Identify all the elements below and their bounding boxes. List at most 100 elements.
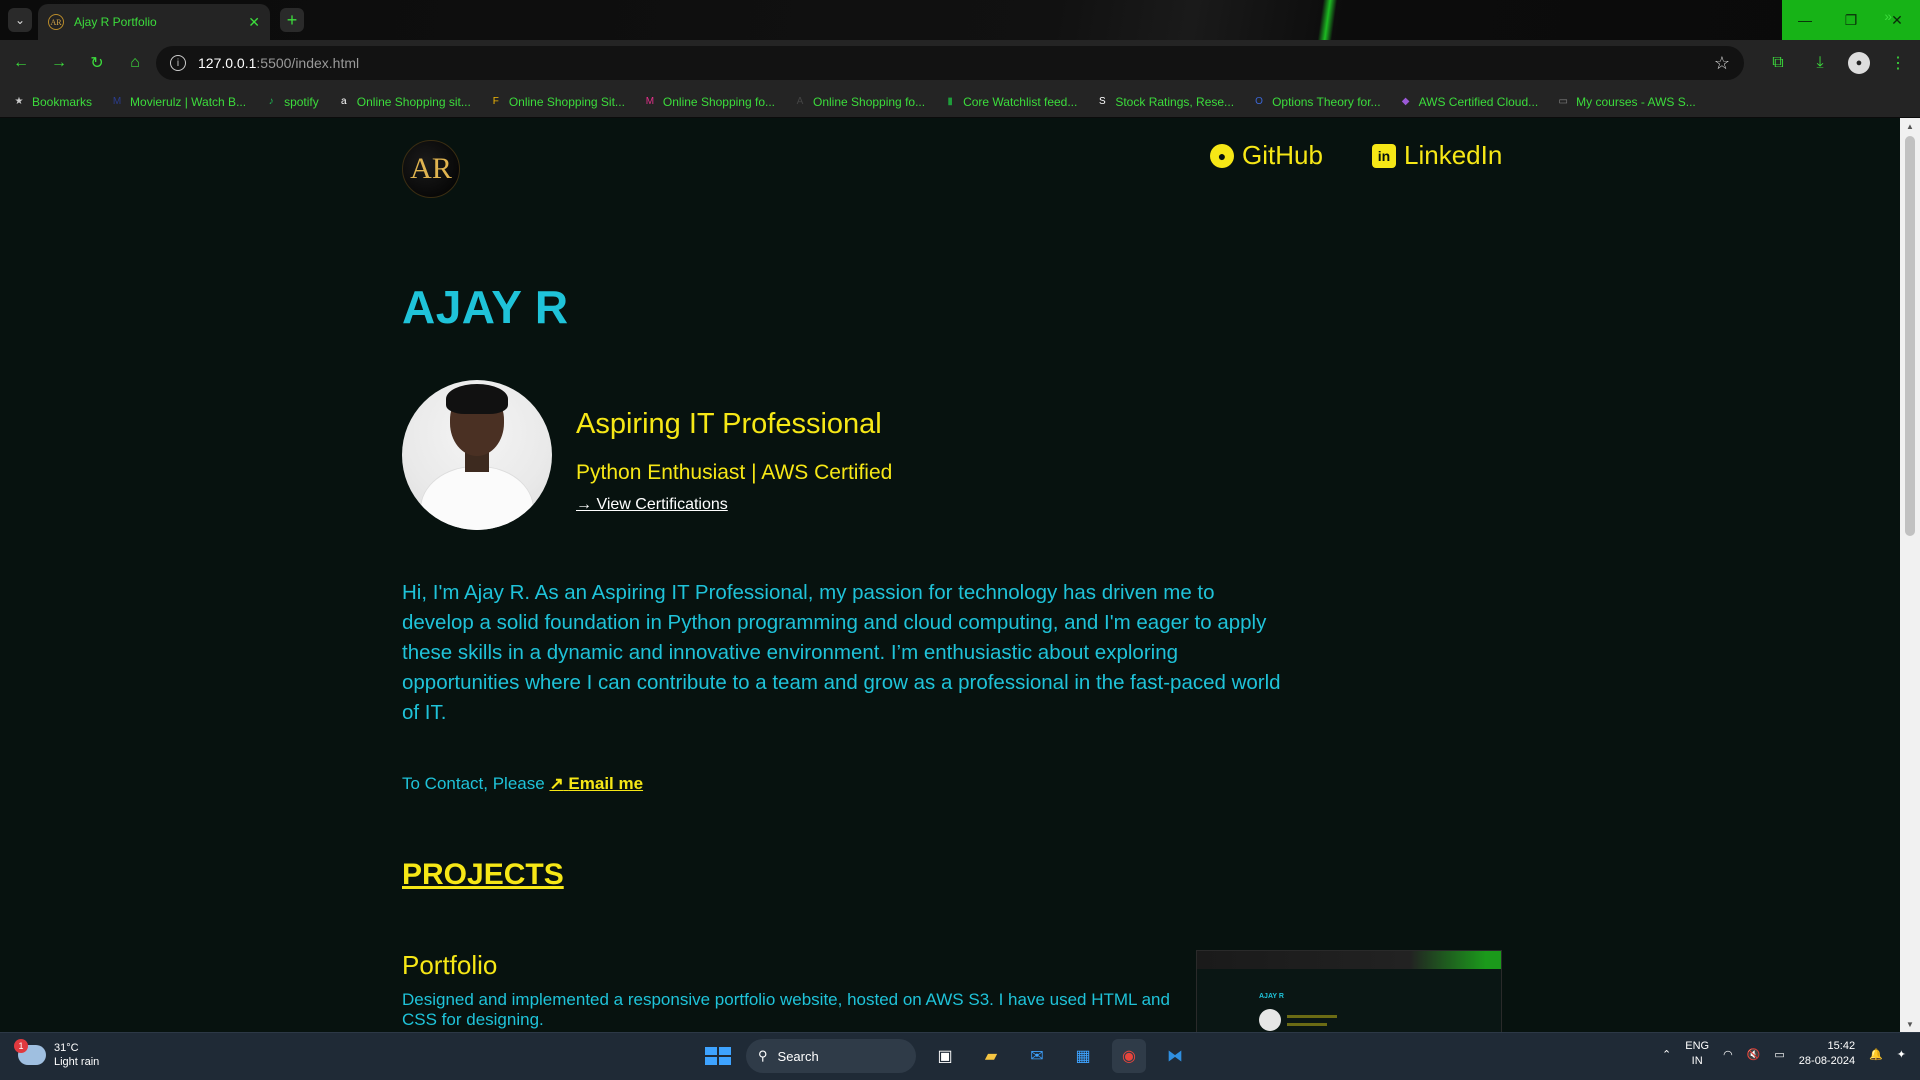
downloads-icon[interactable]: ⤓	[1806, 46, 1834, 80]
bookmarks-bar: ★ Bookmarks M Movierulz | Watch B... ♪ spotif…	[0, 86, 1920, 118]
browser-menu-icon[interactable]: ⋮	[1884, 46, 1912, 80]
bookmark-favicon-icon: ▮	[947, 96, 953, 107]
tab-search-menu-icon[interactable]: ⌄	[8, 8, 32, 32]
site-logo[interactable]: AR	[402, 140, 460, 198]
store-icon[interactable]: ▦	[1066, 1039, 1100, 1073]
page-scrollbar[interactable]: ▲ ▼	[1900, 118, 1920, 1032]
bookmark-label: AWS Certified Cloud...	[1418, 94, 1539, 109]
bookmark-label: Movierulz | Watch B...	[130, 94, 247, 109]
email-me-link[interactable]: ↗ Email me	[549, 774, 643, 793]
project-description: Designed and implemented a responsive po…	[402, 990, 1170, 1029]
linkedin-label: LinkedIn	[1404, 140, 1503, 170]
bookmark-favicon-icon: M	[645, 96, 655, 107]
projects-heading: PROJECTS	[402, 858, 564, 891]
bookmark-label: Stock Ratings, Rese...	[1115, 94, 1235, 109]
extensions-icon[interactable]: ⧉	[1764, 46, 1792, 80]
tab-favicon: AR	[48, 14, 64, 30]
forward-icon[interactable]: →	[42, 46, 76, 80]
bookmark-label: Online Shopping fo...	[662, 94, 775, 109]
minimize-icon[interactable]: —	[1782, 0, 1828, 40]
subtagline: Python Enthusiast | AWS Certified	[576, 461, 893, 484]
bookmark-item[interactable]: F Online Shopping Sit...	[489, 95, 625, 109]
volume-muted-icon[interactable]: 🔇	[1747, 1048, 1761, 1061]
weather-temp: 31°C	[54, 1042, 79, 1054]
site-info-icon[interactable]: i	[170, 55, 186, 71]
url-text[interactable]: 127.0.0.1:5500/index.html	[198, 55, 1702, 71]
github-link[interactable]: ● GitHub	[1210, 140, 1323, 171]
file-explorer-icon[interactable]: ▰	[974, 1039, 1008, 1073]
tray-overflow-icon[interactable]: ⌃	[1662, 1048, 1671, 1061]
bookmark-favicon-icon: ★	[14, 96, 24, 107]
browser-tab-active[interactable]: AR Ajay R Portfolio ✕	[38, 4, 270, 40]
bookmark-item[interactable]: ◆ AWS Certified Cloud...	[1399, 94, 1539, 109]
tab-close-icon[interactable]: ✕	[248, 14, 260, 31]
bookmark-favicon-icon: A	[796, 96, 804, 107]
tab-title: Ajay R Portfolio	[74, 15, 157, 29]
window-controls: — ❐ ✕	[1782, 0, 1920, 40]
bookmark-item[interactable]: M Movierulz | Watch B...	[110, 95, 246, 109]
address-bar[interactable]: i 127.0.0.1:5500/index.html ☆	[156, 46, 1744, 80]
bookmark-item[interactable]: O Options Theory for...	[1252, 94, 1381, 109]
windows-taskbar: 1 31°C Light rain ⚲ Search ▣ ▰ ✉ ▦ ◉ ⧓ ⌃…	[0, 1032, 1920, 1080]
vscode-icon[interactable]: ⧓	[1158, 1039, 1192, 1073]
github-label: GitHub	[1242, 140, 1323, 170]
bookmark-item[interactable]: ▮ Core Watchlist feed...	[943, 95, 1077, 109]
weather-badge: 1	[14, 1039, 28, 1053]
project-thumbnail[interactable]: AJAY R	[1196, 950, 1502, 1032]
back-icon[interactable]: ←	[4, 46, 38, 80]
chrome-icon[interactable]: ◉	[1112, 1039, 1146, 1073]
weather-cloud-icon: 1	[14, 1039, 46, 1065]
bookmark-label: Online Shopping sit...	[356, 94, 471, 109]
bookmark-label: Core Watchlist feed...	[963, 94, 1078, 109]
bookmark-item[interactable]: a Online Shopping sit...	[337, 95, 471, 109]
weather-widget[interactable]: 1 31°C Light rain	[14, 1039, 99, 1069]
thumbnail-name: AJAY R	[1259, 993, 1284, 1000]
bookmark-favicon-icon: a	[340, 96, 347, 107]
contact-prefix: To Contact, Please	[402, 774, 545, 793]
page-title: AJAY R	[402, 281, 569, 333]
tagline: Aspiring IT Professional	[576, 408, 882, 440]
browser-tabstrip: ⌄ AR Ajay R Portfolio ✕ + — ❐ ✕	[0, 0, 1920, 40]
language-indicator[interactable]: ENG IN	[1685, 1039, 1709, 1069]
search-icon: ⚲	[758, 1048, 768, 1063]
bookmark-item[interactable]: A Online Shopping fo...	[793, 95, 925, 109]
bookmark-item[interactable]: S Stock Ratings, Rese...	[1095, 95, 1234, 109]
portfolio-page: AR ● GitHub in LinkedIn AJAY R Aspiring …	[0, 118, 1900, 1032]
taskbar-search[interactable]: ⚲ Search	[746, 1039, 916, 1073]
close-window-icon[interactable]: ✕	[1874, 0, 1920, 40]
bookmark-item[interactable]: M Online Shopping fo...	[643, 95, 775, 109]
contact-line: To Contact, Please ↗ Email me	[402, 774, 643, 794]
reload-icon[interactable]: ↻	[80, 46, 114, 80]
bookmark-label: Options Theory for...	[1272, 94, 1381, 109]
scroll-up-icon[interactable]: ▲	[1900, 118, 1920, 134]
bookmark-item[interactable]: ♪ spotify	[264, 95, 319, 109]
github-icon: ●	[1210, 143, 1234, 168]
view-certifications-link[interactable]: → View Certifications	[576, 496, 728, 514]
start-icon[interactable]	[700, 1039, 734, 1073]
wifi-icon[interactable]: ◠	[1723, 1048, 1733, 1061]
clock[interactable]: 15:42 28-08-2024	[1799, 1039, 1855, 1069]
linkedin-link[interactable]: in LinkedIn	[1372, 140, 1502, 171]
bookmark-label: Online Shopping fo...	[813, 94, 926, 109]
scrollbar-thumb[interactable]	[1905, 136, 1915, 536]
bookmark-item[interactable]: ▭ My courses - AWS S...	[1556, 94, 1696, 109]
notification-bell-icon[interactable]: 🔔	[1869, 1048, 1883, 1061]
bookmark-favicon-icon: M	[112, 96, 122, 107]
bookmark-star-icon[interactable]: ☆	[1714, 53, 1730, 74]
bookmark-item[interactable]: ★ Bookmarks	[12, 95, 93, 109]
bookmarks-overflow-icon[interactable]: »	[1884, 8, 1892, 24]
profile-avatar-icon[interactable]: ●	[1848, 52, 1870, 74]
bookmark-favicon-icon: ◆	[1401, 96, 1410, 107]
new-tab-button[interactable]: +	[280, 8, 304, 32]
task-view-icon[interactable]: ▣	[928, 1039, 962, 1073]
about-paragraph: Hi, I'm Ajay R. As an Aspiring IT Profes…	[402, 581, 1281, 724]
bookmark-favicon-icon: ▭	[1558, 96, 1568, 107]
mail-icon[interactable]: ✉	[1020, 1039, 1054, 1073]
home-icon[interactable]: ⌂	[118, 46, 152, 80]
bookmark-favicon-icon: S	[1099, 96, 1106, 107]
bookmark-label: My courses - AWS S...	[1576, 94, 1696, 109]
copilot-icon[interactable]: ✦	[1897, 1048, 1906, 1061]
restore-icon[interactable]: ❐	[1828, 0, 1874, 40]
battery-icon[interactable]: ▭	[1774, 1048, 1784, 1061]
scroll-down-icon[interactable]: ▼	[1900, 1016, 1920, 1032]
